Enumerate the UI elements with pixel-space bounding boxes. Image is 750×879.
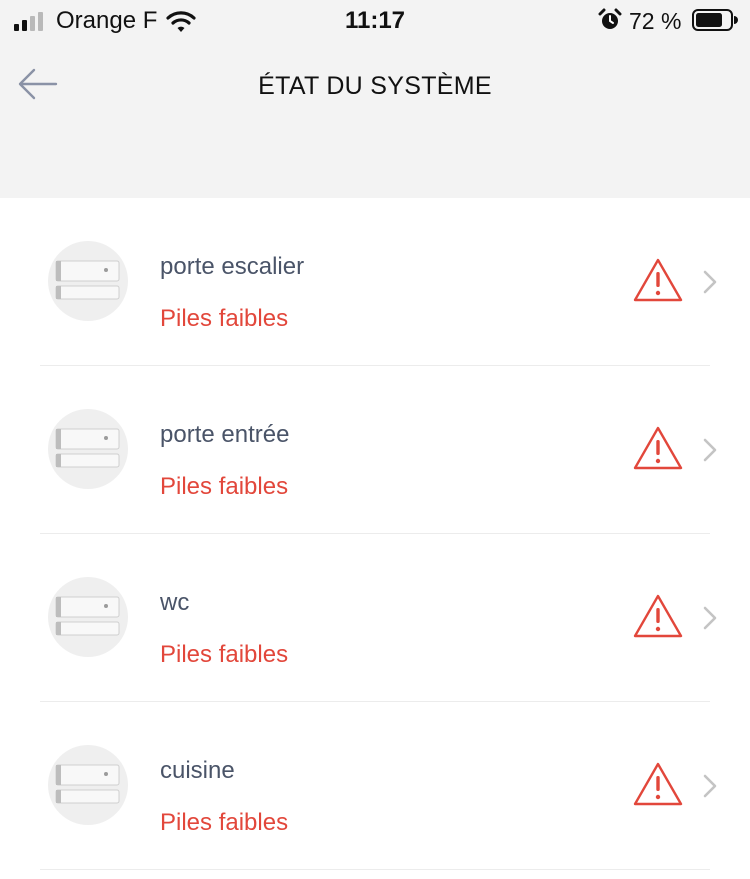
- device-list: porte escalier Piles faibles porte entré…: [0, 198, 750, 870]
- warning-triangle-icon: [633, 762, 683, 806]
- door-sensor-image: [48, 577, 128, 657]
- device-row[interactable]: porte escalier Piles faibles: [0, 198, 750, 366]
- device-status: Piles faibles: [160, 305, 289, 332]
- warning-triangle-icon: [633, 426, 683, 470]
- battery-percent: 72 %: [629, 8, 682, 34]
- chevron-right-icon: [703, 270, 717, 294]
- header-bar: Orange F 11:17 72 % ÉTAT DU SYSTÈME: [0, 0, 750, 198]
- status-bar: Orange F 11:17 72 %: [0, 0, 750, 42]
- chevron-right-icon: [703, 606, 717, 630]
- row-divider: [40, 869, 710, 870]
- device-name: wc: [160, 589, 190, 616]
- battery-icon: [692, 9, 738, 31]
- device-status: Piles faibles: [160, 641, 289, 668]
- device-status: Piles faibles: [160, 473, 289, 500]
- device-status: Piles faibles: [160, 809, 289, 836]
- door-sensor-image: [48, 745, 128, 825]
- door-sensor-image: [48, 409, 128, 489]
- door-sensor-image: [48, 241, 128, 321]
- device-name: porte entrée: [160, 421, 290, 448]
- chevron-right-icon: [703, 438, 717, 462]
- device-row[interactable]: wc Piles faibles: [0, 534, 750, 702]
- warning-triangle-icon: [633, 258, 683, 302]
- warning-triangle-icon: [633, 594, 683, 638]
- chevron-right-icon: [703, 774, 717, 798]
- device-row[interactable]: porte entrée Piles faibles: [0, 366, 750, 534]
- page-title: ÉTAT DU SYSTÈME: [258, 72, 492, 100]
- device-name: porte escalier: [160, 253, 305, 280]
- alarm-clock-icon: [598, 8, 622, 29]
- device-row[interactable]: cuisine Piles faibles: [0, 702, 750, 870]
- device-name: cuisine: [160, 757, 235, 784]
